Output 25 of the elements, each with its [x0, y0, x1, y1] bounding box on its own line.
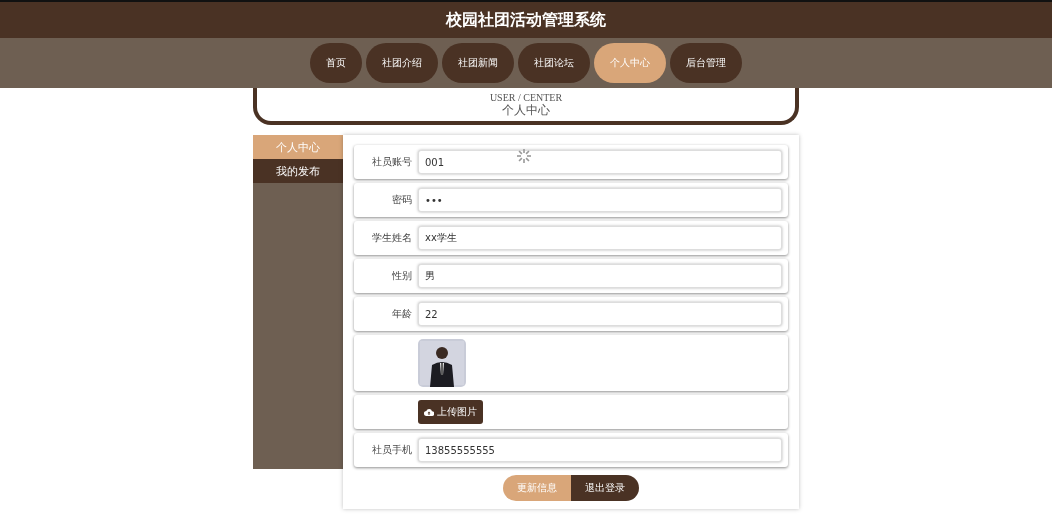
- upload-label: 上传图片: [437, 405, 477, 419]
- cloud-upload-icon: [424, 408, 434, 416]
- input-field[interactable]: 22: [418, 302, 782, 326]
- sidebar-item[interactable]: 我的发布: [253, 159, 343, 183]
- field-label: 密码: [391, 193, 412, 207]
- nav-tab[interactable]: 后台管理: [670, 43, 742, 83]
- page-title: 个人中心: [502, 102, 550, 118]
- field-label: 年龄: [391, 307, 412, 321]
- field-label: 社员账号: [371, 155, 412, 169]
- nav-tab[interactable]: 社团论坛: [518, 43, 590, 83]
- input-field[interactable]: 001: [418, 150, 782, 174]
- field-label: 社员手机: [371, 443, 412, 457]
- upload-button[interactable]: 上传图片: [418, 400, 483, 424]
- input-field[interactable]: 13855555555: [418, 438, 782, 462]
- field-label: 学生姓名: [371, 231, 412, 245]
- logout-button[interactable]: 退出登录: [571, 475, 639, 501]
- input-field[interactable]: •••: [418, 188, 782, 212]
- nav-tab[interactable]: 首页: [310, 43, 362, 83]
- site-title: 校园社团活动管理系统: [446, 9, 606, 31]
- input-field[interactable]: 男: [418, 264, 782, 288]
- page-subtitle: USER / CENTER: [489, 91, 563, 103]
- field-label: 性别: [391, 269, 412, 283]
- nav-tab[interactable]: 社团介绍: [366, 43, 438, 83]
- nav-tab[interactable]: 社团新闻: [442, 43, 514, 83]
- input-field[interactable]: xx学生: [418, 226, 782, 250]
